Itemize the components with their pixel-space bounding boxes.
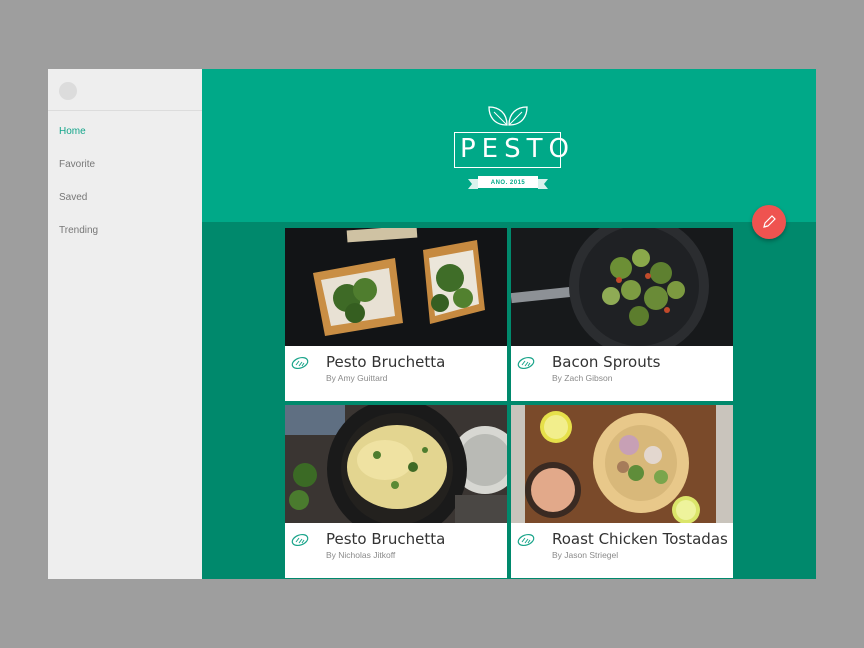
recipe-card[interactable]: Bacon Sprouts By Zach Gibson	[511, 228, 733, 401]
bread-icon	[291, 356, 309, 370]
sidebar: Home Favorite Saved Trending	[48, 69, 202, 579]
pesto-logo[interactable]: PESTO ANO. 2015	[454, 105, 569, 195]
sprouts-pan-photo	[511, 228, 733, 346]
recipe-title[interactable]: Pesto Bruchetta	[326, 353, 445, 371]
leaves-icon	[488, 106, 528, 126]
bread-icon	[517, 533, 535, 547]
recipe-title[interactable]: Pesto Bruchetta	[326, 530, 445, 548]
tostadas-photo	[511, 405, 733, 523]
recipe-author: By Zach Gibson	[552, 373, 613, 383]
recipe-author: By Nicholas Jitkoff	[326, 550, 396, 560]
app-window: Home Favorite Saved Trending PESTO ANO. …	[48, 69, 816, 579]
sidebar-item-trending[interactable]: Trending	[48, 220, 202, 253]
pencil-icon	[763, 215, 776, 228]
header-banner: PESTO ANO. 2015	[202, 69, 816, 222]
avatar[interactable]	[59, 82, 77, 100]
recipe-card[interactable]: Pesto Bruchetta By Amy Guittard	[285, 228, 507, 401]
logo-tagline: ANO. 2015	[490, 180, 526, 186]
sidebar-nav: Home Favorite Saved Trending	[48, 121, 202, 253]
sidebar-item-favorite[interactable]: Favorite	[48, 154, 202, 187]
recipe-title[interactable]: Bacon Sprouts	[552, 353, 660, 371]
sidebar-divider	[48, 110, 202, 111]
edit-fab-button[interactable]	[752, 205, 786, 239]
bread-icon	[517, 356, 535, 370]
recipe-title[interactable]: Roast Chicken Tostadas	[552, 530, 728, 548]
logo-wordmark: PESTO	[454, 132, 569, 168]
bread-icon	[291, 533, 309, 547]
recipe-card[interactable]: Pesto Bruchetta By Nicholas Jitkoff	[285, 405, 507, 578]
sidebar-item-saved[interactable]: Saved	[48, 187, 202, 220]
pasta-pan-photo	[285, 405, 507, 523]
logo-ribbon: ANO. 2015	[468, 176, 548, 190]
sidebar-item-home[interactable]: Home	[48, 121, 202, 154]
recipe-card[interactable]: Roast Chicken Tostadas By Jason Striegel	[511, 405, 733, 578]
recipe-author: By Amy Guittard	[326, 373, 388, 383]
recipe-author: By Jason Striegel	[552, 550, 619, 560]
bruschetta-photo	[285, 228, 507, 346]
